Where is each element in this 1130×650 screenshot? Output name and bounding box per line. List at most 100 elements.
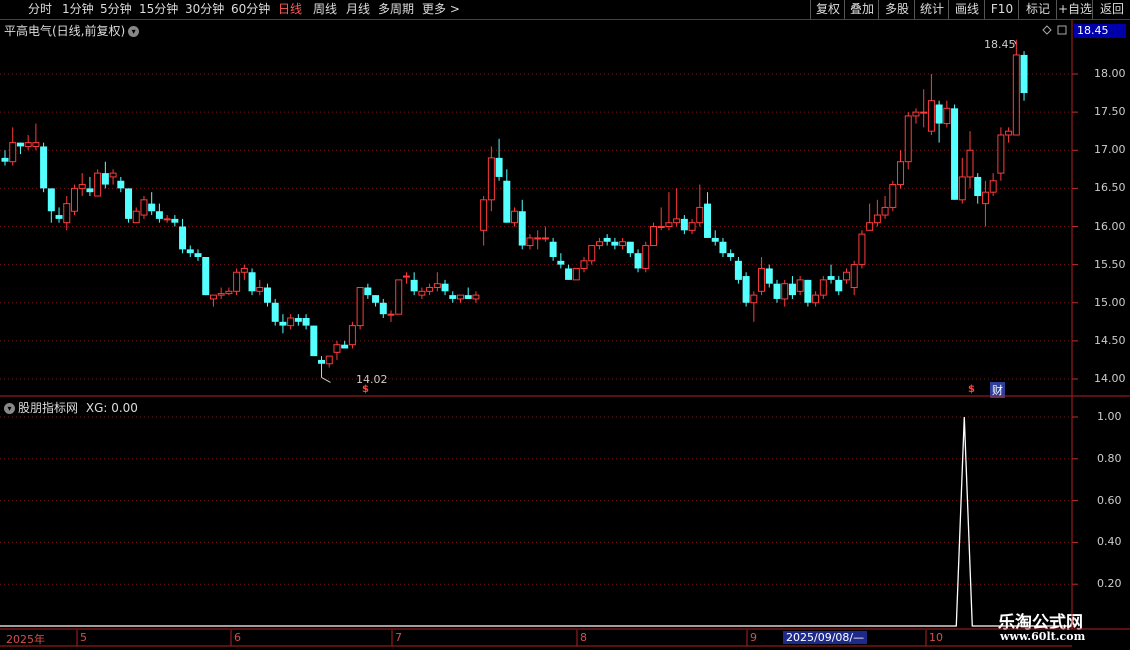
- candle-body-54: [418, 290, 426, 296]
- period-tab-10[interactable]: 更多 >: [422, 0, 460, 19]
- period-tab-3[interactable]: 15分钟: [139, 0, 178, 19]
- candle-body-97: [750, 294, 758, 304]
- candle-body-127: [981, 191, 989, 205]
- tool-button-6[interactable]: 标记: [1018, 0, 1057, 19]
- candle-body-38: [294, 318, 302, 322]
- chevron-down-icon[interactable]: ▾: [4, 403, 15, 414]
- candle-body-91: [704, 203, 712, 238]
- tool-button-1[interactable]: 叠加: [844, 0, 879, 19]
- chevron-down-icon[interactable]: ▾: [128, 26, 140, 37]
- candle-body-15: [117, 180, 125, 189]
- candle-body-86: [665, 222, 673, 227]
- candle-body-28: [217, 293, 225, 296]
- period-tab-9[interactable]: 多周期: [378, 0, 414, 19]
- year-label: 2025年: [6, 633, 45, 646]
- price-tick-3: 16.50: [1094, 181, 1126, 195]
- price-tick-0: 18.00: [1094, 67, 1126, 80]
- candle-body-106: [819, 279, 827, 296]
- candle-body-65: [503, 180, 511, 223]
- candle-body-104: [804, 279, 812, 303]
- month-label-7: 7: [395, 631, 402, 644]
- candle-body-29: [225, 290, 233, 295]
- period-tab-8[interactable]: 月线: [346, 0, 370, 19]
- candle-body-103: [796, 279, 804, 292]
- candle-body-48: [372, 295, 380, 303]
- period-tab-6[interactable]: 日线: [278, 0, 302, 19]
- candle-body-13: [101, 173, 109, 185]
- candle-body-10: [78, 184, 86, 189]
- period-tab-7[interactable]: 周线: [313, 0, 337, 19]
- candle-body-75: [580, 260, 588, 269]
- indicator-header[interactable]: ▾ 股朋指标网 XG: 0.00: [4, 399, 138, 416]
- price-tick-1: 17.50: [1094, 105, 1126, 119]
- candle-body-33: [256, 287, 264, 292]
- tool-button-2[interactable]: 多股: [878, 0, 915, 19]
- candle-body-6: [47, 188, 55, 212]
- candle-body-121: [935, 104, 943, 124]
- chart-canvas: [0, 20, 1130, 647]
- candle-body-67: [518, 211, 526, 246]
- period-tab-4[interactable]: 30分钟: [185, 0, 224, 19]
- candle-body-5: [40, 146, 48, 189]
- candle-body-72: [557, 260, 565, 265]
- tool-button-5[interactable]: F10: [984, 0, 1019, 19]
- candle-body-62: [480, 199, 488, 231]
- candle-body-52: [402, 275, 410, 278]
- event-marker-2[interactable]: $: [968, 384, 975, 395]
- tool-button-4[interactable]: 画线: [948, 0, 985, 19]
- current-price-badge: 18.45: [1074, 24, 1126, 38]
- period-tab-5[interactable]: 60分钟: [231, 0, 270, 19]
- period-tab-0[interactable]: 分时: [28, 0, 52, 19]
- candle-body-25: [194, 253, 202, 257]
- event-marker-1[interactable]: $: [362, 384, 369, 395]
- tool-button-0[interactable]: 复权: [810, 0, 845, 19]
- candle-body-3: [24, 142, 32, 147]
- tool-button-3[interactable]: 统计: [914, 0, 949, 19]
- candle-body-129: [997, 134, 1005, 174]
- candle-body-51: [395, 279, 403, 315]
- candle-body-88: [680, 218, 688, 231]
- candle-body-64: [495, 157, 503, 177]
- candle-body-40: [310, 325, 318, 357]
- candle-body-32: [248, 272, 256, 292]
- candle-body-46: [356, 287, 364, 327]
- candle-body-110: [850, 264, 858, 288]
- stock-title[interactable]: 平高电气(日线,前复权) ▾: [4, 22, 140, 39]
- tool-button-7[interactable]: +自选: [1056, 0, 1093, 19]
- candle-body-20: [155, 211, 163, 219]
- candle-body-63: [487, 157, 495, 201]
- candle-body-4: [32, 142, 40, 147]
- period-tab-2[interactable]: 5分钟: [100, 0, 132, 19]
- cursor-date-label: 2025/09/08/—: [783, 631, 868, 644]
- candle-body-93: [719, 241, 727, 254]
- candle-body-57: [441, 283, 449, 292]
- candle-body-130: [1005, 130, 1013, 136]
- candle-body-12: [94, 172, 102, 197]
- indicator-title: 股朋指标网: [18, 401, 79, 415]
- price-tick-4: 16.00: [1094, 219, 1126, 233]
- window-icon: [1057, 25, 1067, 35]
- indicator-tick-0: 1.00: [1097, 410, 1122, 423]
- candle-body-56: [433, 283, 441, 288]
- candle-body-42: [325, 355, 333, 365]
- candle-body-43: [333, 344, 341, 353]
- candle-body-98: [758, 267, 766, 292]
- candle-body-55: [426, 287, 434, 292]
- indicator-tick-2: 0.60: [1097, 493, 1122, 507]
- candle-body-108: [835, 279, 843, 292]
- tool-button-8[interactable]: 返回: [1092, 0, 1130, 19]
- candle-body-18: [140, 199, 148, 216]
- finance-marker[interactable]: 财: [990, 382, 1005, 398]
- candle-body-132: [1020, 54, 1028, 94]
- candle-body-126: [974, 176, 982, 196]
- candle-body-115: [889, 184, 897, 208]
- candle-body-78: [603, 237, 611, 242]
- month-label-10: 10: [929, 631, 943, 644]
- candle-body-1: [9, 142, 17, 163]
- candle-body-109: [842, 271, 850, 281]
- candle-body-37: [287, 317, 295, 327]
- candle-body-71: [549, 241, 557, 257]
- candle-body-50: [387, 313, 395, 316]
- period-tab-1[interactable]: 1分钟: [62, 0, 94, 19]
- candle-body-35: [271, 302, 279, 322]
